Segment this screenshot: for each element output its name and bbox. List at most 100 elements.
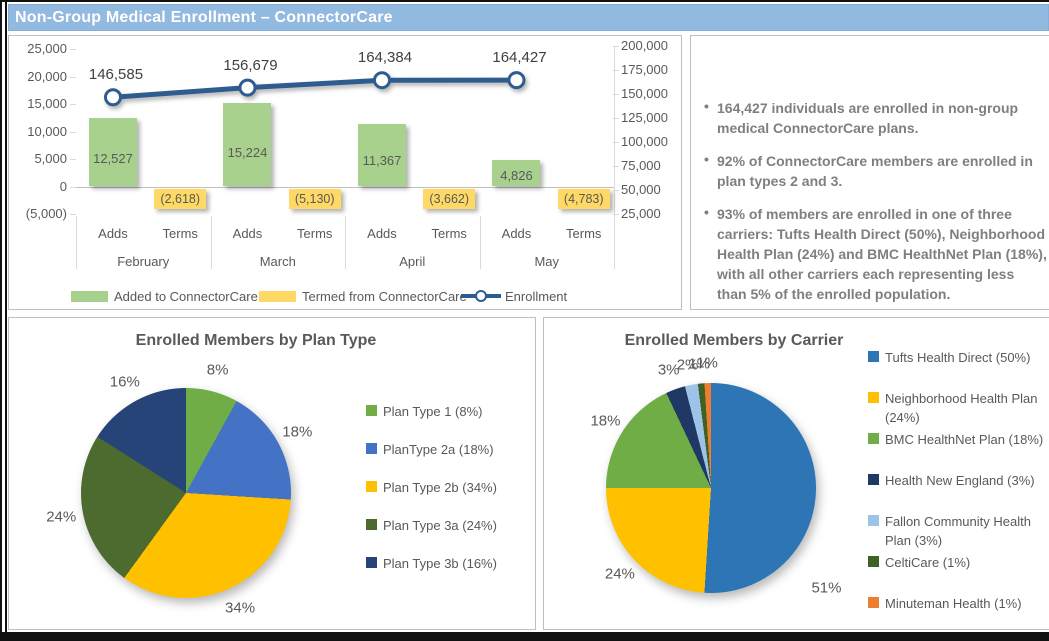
legend-label: CeltiCare (1%) xyxy=(885,553,970,572)
termed-bar: (5,130) xyxy=(289,189,341,209)
month-label: March xyxy=(211,254,346,269)
legend-label: Added to ConnectorCare xyxy=(114,289,258,304)
legend-swatch xyxy=(868,351,879,362)
window-edge-bottom xyxy=(0,632,1049,641)
legend-swatch xyxy=(366,481,377,492)
left-axis-tick-mark xyxy=(70,77,76,78)
enrollment-point-label: 146,585 xyxy=(89,66,143,83)
pie-legend-item: Fallon Community Health Plan (3%) xyxy=(868,512,1046,550)
plan-type-chart-panel: Enrolled Members by Plan Type8%18%34%24%… xyxy=(8,317,536,630)
legend-enrollment: Enrollment xyxy=(461,288,567,304)
subcategory-label-adds: Adds xyxy=(352,226,412,241)
dashboard-title-band: Non-Group Medical Enrollment – Connector… xyxy=(8,4,1049,31)
window-edge-top xyxy=(0,0,1049,2)
window-edge-left-outer xyxy=(0,0,2,641)
insight-bullet: •164,427 individuals are enrolled in non… xyxy=(717,98,1047,138)
added-bar-value: 4,826 xyxy=(500,168,533,183)
pie-legend-item: Plan Type 3a (24%) xyxy=(366,516,531,535)
pie-legend-item: Plan Type 1 (8%) xyxy=(366,402,531,421)
pie-legend-item: PlanType 2a (18%) xyxy=(366,440,531,459)
legend-added: Added to ConnectorCare xyxy=(71,288,258,304)
pie-slice-label: 8% xyxy=(207,361,229,378)
enrollment-point-label: 164,427 xyxy=(492,49,546,66)
pie-disc xyxy=(81,388,291,598)
left-axis-tick-mark xyxy=(70,132,76,133)
pie-chart-title: Enrolled Members by Plan Type xyxy=(136,332,377,350)
pie-slice-label: 34% xyxy=(225,599,255,616)
legend-label: PlanType 2a (18%) xyxy=(383,440,494,459)
left-axis-tick-label: 15,000 xyxy=(9,96,67,111)
legend-label: Tufts Health Direct (50%) xyxy=(885,348,1030,367)
pie-legend-item: Minuteman Health (1%) xyxy=(868,594,1046,613)
month-label: April xyxy=(345,254,480,269)
legend-line-glyph xyxy=(461,289,501,303)
dashboard-title: Non-Group Medical Enrollment – Connector… xyxy=(9,9,393,27)
right-axis-tick-label: 75,000 xyxy=(621,158,679,173)
insight-bullet-text: 93% of members are enrolled in one of th… xyxy=(717,206,1047,302)
legend-swatch xyxy=(259,291,296,302)
pie-disc xyxy=(606,383,816,593)
right-axis-tick-label: 175,000 xyxy=(621,62,679,77)
pie-slice-label: 24% xyxy=(605,565,635,582)
legend-label: Termed from ConnectorCare xyxy=(302,289,467,304)
enrollment-marker xyxy=(509,73,524,88)
subcategory-label-adds: Adds xyxy=(486,226,546,241)
left-axis-tick-label: 20,000 xyxy=(9,69,67,84)
left-axis-tick-label: (5,000) xyxy=(9,206,67,221)
legend-swatch xyxy=(366,443,377,454)
added-bar-value: 15,224 xyxy=(228,145,268,160)
subcategory-label-terms: Terms xyxy=(150,226,210,241)
category-separator xyxy=(614,216,615,269)
right-axis-tick-label: 200,000 xyxy=(621,38,679,53)
termed-bar: (2,618) xyxy=(154,189,206,209)
subcategory-label-adds: Adds xyxy=(83,226,143,241)
subcategory-label-terms: Terms xyxy=(554,226,614,241)
subcategory-label-terms: Terms xyxy=(419,226,479,241)
termed-bar: (3,662) xyxy=(423,189,475,209)
enrollment-point-label: 156,679 xyxy=(223,57,277,74)
pie-legend-item: Tufts Health Direct (50%) xyxy=(868,348,1046,367)
pie-legend-item: BMC HealthNet Plan (18%) xyxy=(868,430,1046,449)
legend-label: Plan Type 3a (24%) xyxy=(383,516,497,535)
left-axis-tick-label: 5,000 xyxy=(9,151,67,166)
insights-bullet-list: •164,427 individuals are enrolled in non… xyxy=(717,98,1047,317)
month-label: May xyxy=(480,254,615,269)
enrollment-point-label: 164,384 xyxy=(358,49,412,66)
pie-chart-title: Enrolled Members by Carrier xyxy=(625,332,844,350)
termed-bar: (4,783) xyxy=(558,189,610,209)
insight-bullet: •92% of ConnectorCare members are enroll… xyxy=(717,151,1047,191)
legend-label: Fallon Community Health Plan (3%) xyxy=(885,512,1046,550)
insight-bullet-text: 92% of ConnectorCare members are enrolle… xyxy=(717,153,1033,189)
legend-swatch xyxy=(366,519,377,530)
enrollment-marker xyxy=(105,90,120,105)
subcategory-label-adds: Adds xyxy=(217,226,277,241)
left-axis-tick-label: 10,000 xyxy=(9,124,67,139)
legend-label: Health New England (3%) xyxy=(885,471,1035,490)
zero-gridline xyxy=(76,187,614,188)
legend-swatch xyxy=(71,291,108,302)
pie-slice-label: 1% xyxy=(696,355,718,372)
pie-legend-item: Plan Type 2b (34%) xyxy=(366,478,531,497)
legend-termed: Termed from ConnectorCare xyxy=(259,288,467,304)
legend-swatch xyxy=(868,474,879,485)
right-axis-tick-label: 100,000 xyxy=(621,134,679,149)
legend-label: Plan Type 3b (16%) xyxy=(383,554,497,573)
legend-swatch xyxy=(868,556,879,567)
enrollment-marker xyxy=(240,80,255,95)
legend-label: Neighborhood Health Plan (24%) xyxy=(885,389,1046,427)
pie-slice-label: 51% xyxy=(811,580,841,597)
legend-swatch xyxy=(868,515,879,526)
enrollment-marker xyxy=(374,73,389,88)
insights-panel: •164,427 individuals are enrolled in non… xyxy=(690,35,1049,310)
pie-slice-label: 24% xyxy=(46,508,76,525)
legend-swatch xyxy=(868,392,879,403)
legend-line-marker xyxy=(475,290,487,302)
legend-label: BMC HealthNet Plan (18%) xyxy=(885,430,1043,449)
right-axis-tick-label: 25,000 xyxy=(621,206,679,221)
legend-label: Plan Type 1 (8%) xyxy=(383,402,482,421)
pie-slice-label: 18% xyxy=(590,413,620,430)
month-label: February xyxy=(76,254,211,269)
left-axis-tick-mark xyxy=(70,104,76,105)
subcategory-label-terms: Terms xyxy=(285,226,345,241)
right-axis-tick-label: 150,000 xyxy=(621,86,679,101)
